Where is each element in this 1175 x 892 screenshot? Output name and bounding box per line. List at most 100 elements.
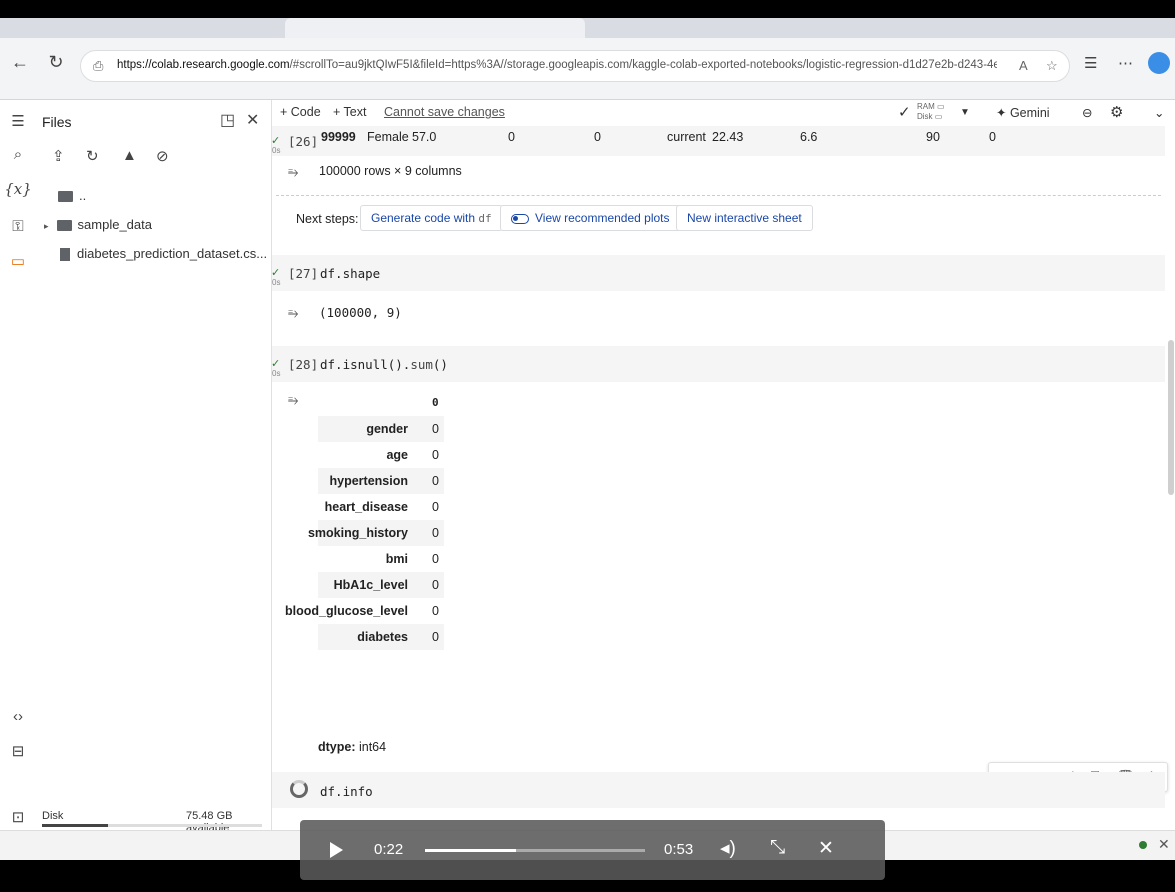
upload-icon[interactable]: ⇪	[52, 147, 65, 165]
table-header: 0	[432, 396, 439, 409]
files-title: Files	[42, 114, 72, 130]
df-row-heart-disease: 0	[594, 130, 601, 144]
output-toggle-icon[interactable]: ⥱	[288, 164, 298, 180]
reload-icon[interactable]: ↻	[44, 52, 68, 73]
cell-27-output: (100000, 9)	[319, 305, 402, 320]
table-of-contents-icon[interactable]: ☰	[0, 112, 36, 130]
tab-strip	[0, 18, 1175, 38]
table-row: heart_disease 0	[324, 500, 439, 514]
cannot-save-link[interactable]: Cannot save changes	[384, 105, 505, 119]
cell-29-code[interactable]: df.info	[320, 784, 373, 799]
open-in-tab-icon[interactable]: ◳	[220, 110, 235, 130]
page-info-icon[interactable]: ⎙	[93, 58, 103, 74]
expand-arrow-icon[interactable]: ▸	[44, 221, 49, 231]
active-tab[interactable]	[285, 18, 585, 38]
code-snippets-icon[interactable]: ‹›	[0, 708, 36, 725]
back-icon[interactable]: ←	[8, 52, 32, 73]
dtype-line: dtype: int64	[318, 740, 387, 754]
df-row-age: 57.0	[412, 130, 437, 144]
disk-label: Disk	[42, 810, 64, 822]
secrets-key-icon[interactable]: ⚿	[0, 218, 36, 235]
favorite-star-icon[interactable]: ☆	[1046, 58, 1058, 74]
cell-26-time: 0s	[272, 146, 281, 155]
cell-26-prompt: [26]	[288, 134, 319, 149]
cell-27-code[interactable]: df.shape	[320, 266, 380, 281]
disk-usage-fill	[42, 824, 108, 827]
play-icon[interactable]	[330, 842, 343, 858]
read-aloud-icon[interactable]: A	[1019, 58, 1028, 73]
connection-status-dot	[1139, 841, 1147, 849]
table-row: gender 0	[318, 416, 444, 442]
collapse-chevron-icon[interactable]: ⌄	[1154, 105, 1164, 120]
table-row: age 0	[386, 448, 439, 462]
gemini-button[interactable]: ✦ Gemini	[996, 105, 1050, 120]
parent-folder-row[interactable]: ..	[58, 188, 86, 203]
df-row-hypertension: 0	[508, 130, 515, 144]
new-interactive-sheet-button[interactable]: New interactive sheet	[676, 205, 813, 231]
cell-27-editor[interactable]	[272, 255, 1165, 291]
close-player-icon[interactable]: ✕	[818, 837, 834, 860]
volume-icon[interactable]: ◂)	[720, 837, 736, 860]
hide-files-icon[interactable]: ⊘	[156, 147, 169, 165]
seek-bar-progress	[425, 849, 517, 852]
df-row-smoking: current	[667, 130, 706, 144]
variables-icon[interactable]: {x}	[0, 180, 36, 198]
add-code-button[interactable]: + Code	[280, 105, 321, 119]
copilot-icon[interactable]	[1148, 52, 1170, 74]
table-row: HbA1c_level 0	[318, 572, 444, 598]
table-row: bmi 0	[385, 552, 439, 566]
terminal-icon[interactable]: ⊡	[0, 808, 36, 826]
generate-code-button[interactable]: Generate code with df	[360, 205, 503, 231]
current-time: 0:22	[374, 841, 404, 858]
df-row-glucose: 90	[926, 130, 940, 144]
add-text-button[interactable]: + Text	[333, 105, 366, 119]
df-row-gender: Female	[367, 130, 409, 144]
df-shape-summary: 100000 rows × 9 columns	[319, 164, 462, 178]
search-icon[interactable]: ⌕	[0, 146, 36, 163]
output-toggle-icon[interactable]: ⥱	[288, 305, 298, 321]
drive-mount-icon[interactable]: ▲	[122, 147, 137, 164]
folder-icon	[56, 220, 72, 232]
link-icon[interactable]: ⊖	[1082, 105, 1092, 120]
tree-item-dataset-file[interactable]: diabetes_prediction_dataset.cs...	[60, 246, 267, 262]
cell-27-time: 0s	[272, 278, 281, 287]
cell-28-prompt: [28]	[288, 357, 319, 372]
more-menu-icon[interactable]: ⋯	[1118, 54, 1133, 72]
notebook-scrollbar[interactable]	[1168, 340, 1174, 495]
video-player-controls: 0:22 0:53 ◂) ⤡ ✕	[300, 820, 885, 880]
cell-28-time: 0s	[272, 369, 281, 378]
command-palette-icon[interactable]: ⊟	[0, 742, 36, 760]
close-icon[interactable]: ✕	[246, 110, 259, 130]
view-recommended-plots-button[interactable]: View recommended plots	[500, 205, 681, 231]
df-row-index: 99999	[321, 130, 356, 144]
status-close-icon[interactable]: ✕	[1158, 836, 1170, 853]
notebook-toolbar: + Code + Text Cannot save changes ✓ RAM …	[272, 100, 1175, 126]
cell-29-editor[interactable]	[272, 772, 1165, 808]
folder-icon	[58, 191, 73, 203]
exit-fullscreen-icon[interactable]: ⤡	[770, 837, 785, 859]
output-divider	[276, 195, 1161, 196]
running-spinner-icon[interactable]	[290, 780, 308, 798]
files-panel: Files ◳ ✕ ⇪ ↻ ▲ ⊘ .. ▸ sample_data diabet…	[36, 100, 272, 860]
settings-gear-icon[interactable]: ⚙	[1110, 103, 1123, 121]
seek-bar[interactable]	[425, 849, 645, 852]
table-row: hypertension 0	[318, 468, 444, 494]
cell-27-prompt: [27]	[288, 266, 319, 281]
refresh-icon[interactable]: ↻	[86, 147, 99, 165]
cell-28-code[interactable]: df.isnull().sum()	[320, 357, 448, 372]
table-row: diabetes 0	[318, 624, 444, 650]
next-steps-label: Next steps:	[296, 212, 359, 226]
url-field[interactable]: ⎙ https://colab.research.google.com/#scr…	[80, 50, 1070, 82]
df-row-bmi: 22.43	[712, 130, 744, 144]
address-bar-area: ← ↻ ⎙ https://colab.research.google.com/…	[0, 38, 1175, 100]
files-folder-icon[interactable]: ▭	[0, 252, 36, 270]
toggle-icon	[511, 213, 529, 224]
favorites-bar-icon[interactable]: ☰	[1084, 54, 1097, 72]
output-toggle-icon[interactable]: ⥱	[288, 392, 298, 408]
df-row-hba1c: 6.6	[800, 130, 818, 144]
runtime-dropdown-icon[interactable]: ▼	[960, 107, 970, 118]
table-row: blood_glucose_level 0	[285, 604, 439, 618]
left-rail: ☰ ⌕ {x} ⚿ ▭ ‹› ⊟ ⊡	[0, 100, 36, 860]
tree-item-sample-data[interactable]: ▸ sample_data	[44, 217, 152, 232]
resource-monitor[interactable]: RAM ▭ Disk ▭	[917, 102, 945, 122]
